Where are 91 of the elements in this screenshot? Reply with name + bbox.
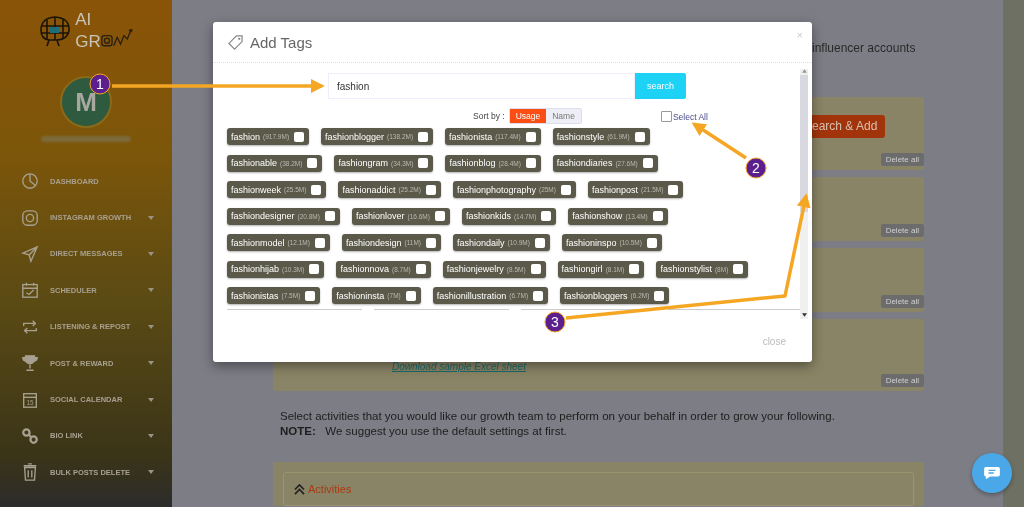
tag-name: fashiondiaries bbox=[556, 158, 613, 168]
delete-all-button[interactable]: Delete all bbox=[880, 153, 924, 166]
checkbox[interactable] bbox=[541, 211, 552, 221]
checkbox[interactable] bbox=[525, 131, 536, 142]
checkbox[interactable] bbox=[434, 211, 445, 221]
checkbox[interactable] bbox=[533, 290, 544, 301]
tag-name: fashionista bbox=[449, 131, 493, 142]
tag-name: fashioninspo bbox=[565, 237, 617, 248]
scroll-thumb[interactable] bbox=[800, 75, 808, 212]
checkbox[interactable] bbox=[560, 184, 571, 195]
sort-label: Sort by : bbox=[473, 110, 505, 121]
delete-all-button[interactable]: Delete all bbox=[880, 224, 924, 237]
checkbox[interactable] bbox=[530, 264, 541, 274]
tag-name: fashionphotography bbox=[456, 184, 536, 195]
select-all-label[interactable]: Select All bbox=[672, 111, 708, 122]
tag-name: fashionmodel bbox=[231, 237, 285, 248]
scrollbar[interactable] bbox=[800, 69, 808, 319]
checkbox[interactable] bbox=[654, 290, 665, 301]
annotation-arrow bbox=[691, 122, 747, 160]
checkbox[interactable] bbox=[307, 158, 318, 168]
tag-name: fashionaddict bbox=[342, 184, 396, 195]
checkbox[interactable] bbox=[425, 184, 436, 195]
checkbox[interactable] bbox=[415, 264, 426, 274]
tag-name: fashionjewelry bbox=[446, 264, 504, 274]
tag-name: fashionpost bbox=[591, 184, 638, 195]
tag-name: fashionstylist bbox=[660, 264, 712, 274]
tag-name: fashionshow bbox=[572, 211, 623, 221]
link-icon bbox=[21, 426, 39, 445]
tag-name: fashionnova bbox=[340, 264, 389, 274]
camera-icon bbox=[21, 208, 39, 227]
intro-text: influencer accounts bbox=[812, 41, 916, 55]
chat-icon bbox=[983, 466, 1001, 480]
tag-name: fashionweek bbox=[231, 184, 282, 195]
checkbox[interactable] bbox=[305, 290, 316, 301]
tag-name: fashiondesigner bbox=[231, 211, 295, 221]
tag-name: fashionkids bbox=[465, 211, 511, 221]
annotation-marker: 2 bbox=[745, 157, 767, 179]
chat-button[interactable] bbox=[972, 453, 1012, 493]
search-add-button[interactable]: earch & Add bbox=[810, 115, 886, 138]
pie-chart-icon bbox=[21, 172, 39, 191]
tag-name: fashion bbox=[231, 131, 261, 142]
paper-plane-icon bbox=[21, 244, 39, 263]
tag-name: fashiondesign bbox=[345, 237, 402, 248]
tag-icon bbox=[228, 34, 243, 50]
checkbox[interactable] bbox=[652, 211, 663, 221]
tag-name: fashionlover bbox=[355, 211, 405, 221]
checkbox[interactable] bbox=[324, 211, 335, 221]
sort-option[interactable]: Name bbox=[546, 108, 581, 123]
checkbox[interactable] bbox=[634, 131, 645, 142]
delete-all-button[interactable]: Delete all bbox=[880, 295, 924, 308]
tag-name: fashionillustration bbox=[436, 290, 507, 301]
logo-text: AI bbox=[75, 12, 93, 28]
checkbox[interactable] bbox=[646, 237, 657, 248]
checkbox[interactable] bbox=[311, 184, 322, 195]
trophy-icon bbox=[21, 354, 39, 373]
calendar-check-icon bbox=[21, 281, 39, 300]
checkbox[interactable] bbox=[309, 264, 320, 274]
tag-name: fashionistas bbox=[231, 290, 279, 301]
note-text: NOTE: We suggest you use the default settings at first. bbox=[280, 425, 568, 437]
checkbox[interactable] bbox=[418, 131, 429, 142]
checkbox[interactable] bbox=[314, 237, 325, 248]
checkbox[interactable] bbox=[642, 158, 653, 168]
tag-name: fashionable bbox=[231, 158, 278, 168]
tag-name: fashionbloggers bbox=[564, 290, 628, 301]
trash-icon bbox=[21, 463, 39, 482]
tag-name: fashionblogger bbox=[325, 131, 385, 142]
checkbox[interactable] bbox=[426, 237, 436, 248]
tag-name: fashionhijab bbox=[231, 264, 280, 274]
tag-name: fashiondaily bbox=[457, 237, 505, 248]
dialog-title: Add Tags bbox=[250, 33, 313, 51]
tag-name: fashiongram bbox=[338, 158, 388, 168]
scroll-up-icon bbox=[801, 69, 807, 73]
annotation-marker: 3 bbox=[544, 311, 566, 333]
checkbox[interactable] bbox=[525, 158, 536, 168]
tag-name: fashionstyle bbox=[556, 131, 605, 142]
logo-text: GR bbox=[75, 34, 101, 50]
scrollbar[interactable] bbox=[1003, 0, 1024, 507]
checkbox[interactable] bbox=[629, 264, 640, 274]
tag-name: fashiongirl bbox=[561, 264, 603, 274]
checkbox[interactable] bbox=[294, 131, 305, 142]
tag-name: fashioninsta bbox=[336, 290, 385, 301]
tag-name: fashionblog bbox=[449, 158, 496, 168]
checkbox[interactable] bbox=[668, 184, 679, 195]
checkbox[interactable] bbox=[534, 237, 545, 248]
checkbox[interactable] bbox=[418, 158, 429, 168]
checkbox[interactable] bbox=[733, 264, 744, 274]
delete-all-button[interactable]: Delete all bbox=[880, 374, 924, 387]
checkbox[interactable] bbox=[660, 111, 672, 122]
search-field[interactable]: fashion bbox=[328, 73, 635, 99]
instructions-text: Select activities that you would like our growth team to perform on your behalf in order to grow your following. bbox=[280, 410, 836, 422]
checkbox[interactable] bbox=[405, 290, 416, 301]
